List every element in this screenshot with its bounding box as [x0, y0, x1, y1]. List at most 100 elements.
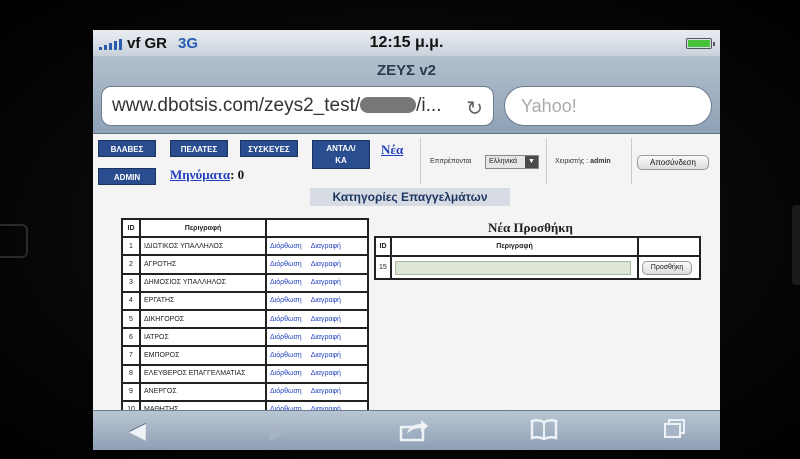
row-actions: Διόρθωση Διαγραφή — [265, 254, 369, 275]
delete-link[interactable]: Διαγραφή — [311, 370, 341, 377]
screen: vf GR 3G 12:15 μ.μ. ΖΕΥΣ v2 www.dbotsis.… — [93, 30, 720, 450]
row-id: 7 — [121, 345, 141, 366]
device-bezel: vf GR 3G 12:15 μ.μ. ΖΕΥΣ v2 www.dbotsis.… — [0, 0, 800, 459]
delete-link[interactable]: Διαγραφή — [311, 279, 341, 286]
forward-arrow-icon[interactable]: ▶ — [269, 418, 286, 444]
add-col-action-header — [637, 236, 701, 257]
messages-link[interactable]: Μηνύματα — [170, 167, 230, 182]
delete-link[interactable]: Διαγραφή — [311, 243, 341, 250]
edit-link[interactable]: Διόρθωση — [270, 316, 302, 323]
edit-link[interactable]: Διόρθωση — [270, 370, 302, 377]
language-value: Ελληνικά — [489, 158, 518, 165]
description-input[interactable] — [395, 260, 631, 275]
home-button[interactable] — [0, 224, 28, 258]
row-actions: Διόρθωση Διαγραφή — [265, 272, 369, 293]
table-row: 2 ΑΓΡΟΤΗΣ Διόρθωση Διαγραφή — [121, 254, 369, 275]
section-title: Κατηγορίες Επαγγελμάτων — [310, 188, 510, 206]
row-id: 3 — [121, 272, 141, 293]
edit-link[interactable]: Διόρθωση — [270, 334, 302, 341]
edit-link[interactable]: Διόρθωση — [270, 261, 302, 268]
share-icon[interactable] — [399, 418, 429, 448]
row-actions: Διόρθωση Διαγραφή — [265, 363, 369, 384]
table-row: 8 ΕΛΕΥΘΕΡΟΣ ΕΠΑΓΓΕΛΜΑΤΙΑΣ Διόρθωση Διαγραφή — [121, 363, 369, 384]
row-id: 1 — [121, 236, 141, 257]
edit-link[interactable]: Διόρθωση — [270, 352, 302, 359]
edit-link[interactable]: Διόρθωση — [270, 388, 302, 395]
new-entry-title: Νέα Προσθήκη — [488, 220, 573, 235]
row-desc: ΔΙΚΗΓΟΡΟΣ — [139, 308, 267, 330]
delete-link[interactable]: Διαγραφή — [311, 334, 341, 341]
table-row: 3 ΔΗΜΟΣΙΟΣ ΥΠΑΛΛΗΛΟΣ Διόρθωση Διαγραφή — [121, 272, 369, 293]
nav-vlaves-button[interactable]: ΒΛΑΒΕΣ — [98, 140, 156, 157]
edit-link[interactable]: Διόρθωση — [270, 297, 302, 304]
side-button — [792, 205, 800, 285]
row-actions: Διόρθωση Διαγραφή — [265, 236, 369, 257]
address-bar[interactable]: www.dbotsis.com/zeys2_test/ /i... ↻ — [101, 86, 494, 126]
bookmarks-icon[interactable] — [530, 418, 558, 446]
table-row: 6 ΙΑΤΡΟΣ Διόρθωση Διαγραφή — [121, 327, 369, 348]
messages-count: : 0 — [230, 167, 245, 182]
back-arrow-icon[interactable]: ◀ — [129, 418, 146, 444]
delete-link[interactable]: Διαγραφή — [311, 261, 341, 268]
row-id: 4 — [121, 290, 141, 311]
status-time: 12:15 μ.μ. — [369, 34, 444, 51]
add-action-cell: Προσθήκη — [637, 255, 701, 280]
table-row: 7 ΕΜΠΟΡΟΣ Διόρθωση Διαγραφή — [121, 345, 369, 366]
table-row: 4 ΕΡΓΑΤΗΣ Διόρθωση Διαγραφή — [121, 290, 369, 311]
row-id: 10 — [121, 399, 141, 410]
row-id: 9 — [121, 381, 141, 402]
search-input[interactable]: Yahoo! — [504, 86, 712, 126]
nav-antallaktika-button[interactable]: ΑΝΤΑΛ/ ΚΑ — [312, 140, 370, 169]
table-row: 1 ΙΔΙΩΤΙΚΟΣ ΥΠΑΛΛΗΛΟΣ Διόρθωση Διαγραφή — [121, 236, 369, 257]
user-info: Χειριστής : admin — [555, 158, 611, 165]
add-button[interactable]: Προσθήκη — [642, 260, 692, 275]
row-desc: ΕΛΕΥΘΕΡΟΣ ΕΠΑΓΓΕΛΜΑΤΙΑΣ — [139, 363, 267, 384]
col-actions-header — [265, 217, 369, 239]
table-row: 10 ΜΑΘΗΤΗΣ Διόρθωση Διαγραφή — [121, 399, 369, 410]
status-bar: vf GR 3G 12:15 μ.μ. — [93, 30, 720, 56]
row-actions: Διόρθωση Διαγραφή — [265, 308, 369, 330]
edit-link[interactable]: Διόρθωση — [270, 243, 302, 250]
row-desc: ΑΓΡΟΤΗΣ — [139, 254, 267, 275]
reload-icon[interactable]: ↻ — [466, 96, 483, 121]
row-desc: ΑΝΕΡΓΟΣ — [139, 381, 267, 402]
row-actions: Διόρθωση Διαγραφή — [265, 399, 369, 410]
web-page: ΒΛΑΒΕΣ ΠΕΛΑΤΕΣ ΣΥΣΚΕΥΕΣ ΑΝΤΑΛ/ ΚΑ Νέα AD… — [93, 134, 720, 410]
add-col-id-header: ID — [374, 236, 392, 257]
row-desc: ΕΜΠΟΡΟΣ — [139, 345, 267, 366]
nav-antallaktika-line1: ΑΝΤΑΛ/ — [326, 144, 356, 153]
row-desc: ΕΡΓΑΤΗΣ — [139, 290, 267, 311]
language-select[interactable]: Ελληνικά ▼ — [485, 155, 539, 169]
delete-link[interactable]: Διαγραφή — [311, 388, 341, 395]
row-id: 8 — [121, 363, 141, 384]
user-name: admin — [590, 158, 611, 165]
add-form-table: ID Περιγραφή 15 Προσθήκη — [374, 236, 701, 280]
row-actions: Διόρθωση Διαγραφή — [265, 345, 369, 366]
col-desc-header: Περιγραφή — [139, 217, 267, 239]
add-next-id: 15 — [374, 255, 392, 280]
language-label: Επιτρέπονται — [430, 158, 472, 165]
delete-link[interactable]: Διαγραφή — [311, 297, 341, 304]
url-text-start: www.dbotsis.com/zeys2_test/ — [112, 95, 361, 116]
nav-pelates-button[interactable]: ΠΕΛΑΤΕΣ — [170, 140, 228, 157]
page-title: ΖΕΥΣ v2 — [376, 62, 437, 79]
tabs-icon[interactable] — [663, 418, 687, 446]
row-actions: Διόρθωση Διαγραφή — [265, 381, 369, 402]
battery-icon — [686, 38, 715, 49]
delete-link[interactable]: Διαγραφή — [311, 316, 341, 323]
add-desc-cell — [390, 255, 639, 280]
row-actions: Διόρθωση Διαγραφή — [265, 327, 369, 348]
logout-button[interactable]: Αποσύνδεση — [637, 155, 709, 170]
chevron-down-icon: ▼ — [525, 156, 538, 168]
delete-link[interactable]: Διαγραφή — [311, 352, 341, 359]
url-text-end: /i... — [416, 95, 442, 116]
new-link[interactable]: Νέα — [381, 142, 403, 158]
nav-admin-button[interactable]: ADMIN — [98, 168, 156, 185]
url-redacted — [360, 97, 417, 113]
nav-syskeves-button[interactable]: ΣΥΣΚΕΥΕΣ — [240, 140, 298, 157]
nav-antallaktika-line2: ΚΑ — [335, 156, 347, 165]
row-id: 2 — [121, 254, 141, 275]
edit-link[interactable]: Διόρθωση — [270, 279, 302, 286]
messages: Μηνύματα: 0 — [170, 167, 244, 183]
categories-table: ID Περιγραφή 1 ΙΔΙΩΤΙΚΟΣ ΥΠΑΛΛΗΛΟΣ Διόρθωσ… — [121, 217, 369, 410]
